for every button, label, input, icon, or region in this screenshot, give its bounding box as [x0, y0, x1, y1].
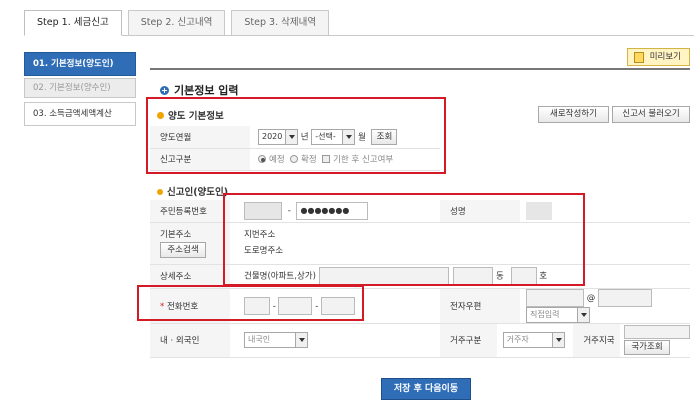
sidebar: 01. 기본정보(양도인) 02. 기본정보(양수인) 03. 소득금액세액계산 — [24, 52, 136, 128]
reporter-section-title: 신고인(양도인) — [157, 184, 228, 198]
document-icon — [633, 52, 644, 63]
country-lookup-button[interactable]: 국가조회 — [624, 340, 670, 355]
plus-circle-icon — [160, 86, 169, 95]
highlight-transfer-info — [146, 97, 446, 174]
reporter-section-title-text: 신고인(양도인) — [167, 187, 229, 198]
sidebar-item-seller-info[interactable]: 01. 기본정보(양도인) — [24, 52, 136, 76]
content-top-rule — [150, 68, 690, 70]
step-tabs: Step 1. 세금신고 Step 2. 신고내역 Step 3. 삭제내역 — [24, 10, 335, 36]
email-id-input[interactable] — [526, 288, 584, 307]
preview-button[interactable]: 미리보기 — [626, 48, 690, 66]
save-next-button[interactable]: 저장 후 다음이동 — [381, 378, 471, 400]
highlight-id-address — [223, 193, 585, 286]
residence-label: 거주구분 — [440, 323, 497, 357]
chevron-down-icon — [577, 307, 589, 322]
preview-label: 미리보기 — [649, 52, 681, 62]
sidebar-item-buyer-info[interactable]: 02. 기본정보(양수인) — [24, 78, 136, 98]
region-label: 거주지국 — [573, 323, 620, 357]
bullet-icon — [157, 189, 163, 195]
tab-divider — [24, 35, 694, 36]
new-form-button[interactable]: 새로작성하기 — [538, 106, 609, 123]
region-input[interactable] — [624, 325, 690, 339]
page-title-text: 기본정보 입력 — [174, 84, 239, 97]
address-cell: 기본주소 주소검색 — [150, 222, 230, 265]
nation-select-value: 내국인 — [248, 335, 271, 344]
nation-label: 내 · 외국인 — [150, 323, 230, 358]
residence-select-value: 거주자 — [506, 335, 529, 344]
email-domain-input[interactable] — [597, 288, 652, 307]
tab-step3[interactable]: Step 3. 삭제내역 — [231, 10, 330, 36]
nation-select[interactable]: 내국인 — [244, 332, 308, 348]
chevron-down-icon — [551, 333, 564, 347]
page-title: 기본정보 입력 — [160, 82, 239, 98]
address-search-button[interactable]: 주소검색 — [160, 241, 206, 258]
rrn-label: 주민등록번호 — [150, 200, 230, 223]
residence-row: 거주구분 거주자 거주지국 국가조회 — [440, 323, 690, 357]
email-at: @ — [586, 293, 596, 303]
tab-step1[interactable]: Step 1. 세금신고 — [24, 10, 122, 36]
tab-step2[interactable]: Step 2. 신고내역 — [127, 10, 226, 36]
email-select-value: 직접입력 — [530, 309, 560, 319]
load-form-button[interactable]: 신고서 불러오기 — [612, 106, 690, 123]
residence-select[interactable]: 거주자 — [502, 332, 565, 348]
email-domain-select[interactable]: 직접입력 — [526, 306, 590, 323]
address-label: 기본주소 — [160, 229, 192, 240]
chevron-down-icon — [295, 333, 307, 347]
highlight-phone — [137, 285, 364, 321]
email-label: 전자우편 — [440, 288, 520, 324]
sidebar-item-tax-calc[interactable]: 03. 소득금액세액계산 — [24, 102, 136, 126]
